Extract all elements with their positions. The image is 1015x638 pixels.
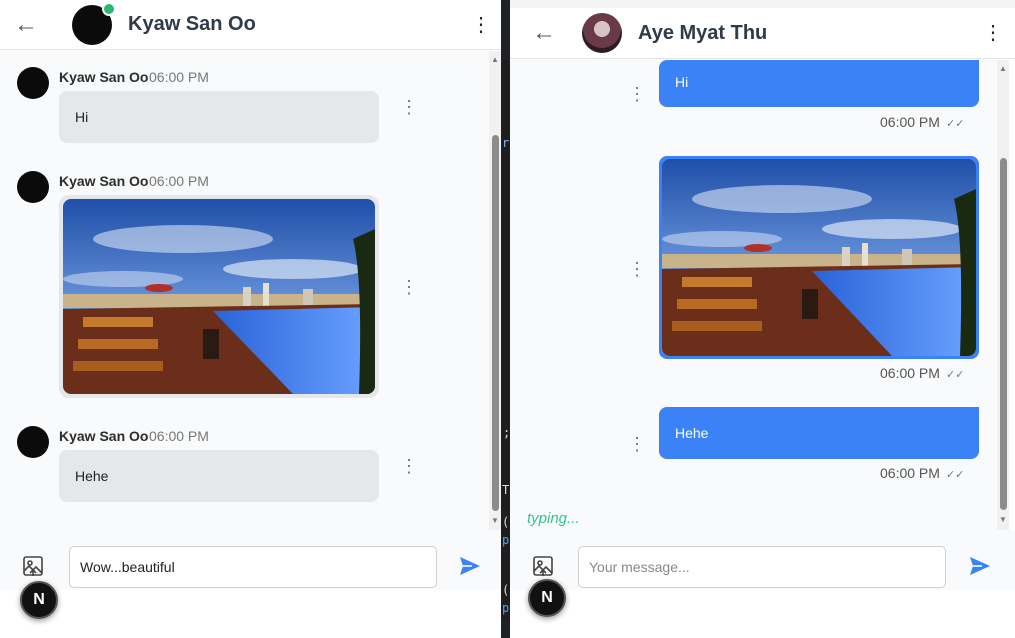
message-input[interactable]: Wow...beautiful <box>69 546 437 588</box>
terminal-glyph: ( <box>502 583 510 597</box>
message-composer <box>510 530 1015 590</box>
message-time: 06:00 PM ✓✓ <box>880 114 964 130</box>
terminal-glyph: p <box>502 533 510 547</box>
scroll-down-arrow[interactable]: ▼ <box>490 516 500 525</box>
image-message[interactable] <box>59 195 379 398</box>
message-text: Hehe <box>675 425 709 441</box>
terminal-glyph: p <box>502 601 510 615</box>
contact-name: Kyaw San Oo <box>128 13 256 35</box>
message-time: 06:00 PM ✓✓ <box>880 465 964 481</box>
message-time-text: 06:00 PM <box>880 465 940 481</box>
footer-area <box>510 590 1015 638</box>
message-options-icon[interactable]: ⋮ <box>400 278 418 296</box>
chat-header: ← Aye Myat Thu ⋮ <box>510 8 1015 59</box>
avatar <box>72 1 116 45</box>
kebab-vertical-icon[interactable]: ⋮ <box>471 15 491 35</box>
message-bubble: Hi <box>59 91 379 143</box>
message-time: 06:00 PM <box>149 428 209 444</box>
kebab-vertical-icon[interactable]: ⋮ <box>983 23 1003 43</box>
scrollbar-thumb[interactable] <box>492 135 499 511</box>
send-icon[interactable] <box>458 554 484 580</box>
chat-window-right: ← Aye Myat Thu ⋮ ⋮ Hi 06:00 PM ✓✓ ⋮ 06:0… <box>510 0 1015 638</box>
chat-window-left: ← Kyaw San Oo ⋮ Kyaw San Oo 06:00 PM Hi … <box>0 0 501 638</box>
scroll-up-arrow[interactable]: ▲ <box>998 64 1008 73</box>
next-dev-badge[interactable]: N <box>20 581 58 619</box>
send-icon[interactable] <box>968 554 994 580</box>
message-list: Kyaw San Oo 06:00 PM Hi ⋮ Kyaw San Oo 06… <box>0 51 489 531</box>
message-bubble: Hehe <box>659 407 979 459</box>
scrollbar-thumb[interactable] <box>1000 158 1007 510</box>
message-options-icon[interactable]: ⋮ <box>400 98 418 116</box>
scroll-up-arrow[interactable]: ▲ <box>490 55 500 64</box>
message-time: 06:00 PM ✓✓ <box>880 365 964 381</box>
avatar <box>582 13 622 53</box>
message-time: 06:00 PM <box>149 69 209 85</box>
online-status-dot <box>102 1 116 16</box>
message-list: ⋮ Hi 06:00 PM ✓✓ ⋮ 06:00 PM ✓✓ ⋮ Hehe 06… <box>510 60 1003 538</box>
rooftop-pool-photo <box>662 159 976 356</box>
scrollbar[interactable]: ▲ ▼ <box>489 51 501 531</box>
typing-indicator: typing... <box>527 510 580 527</box>
message-time-text: 06:00 PM <box>880 114 940 130</box>
chat-header: ← Kyaw San Oo ⋮ <box>0 0 501 50</box>
arrow-left-icon[interactable]: ← <box>532 19 578 47</box>
image-upload-icon[interactable] <box>531 554 557 580</box>
sender-name: Kyaw San Oo <box>59 428 149 444</box>
desktop: r ; T ( p ( p ← Kyaw San Oo ⋮ Kyaw San O… <box>0 0 1015 638</box>
avatar <box>17 426 49 458</box>
avatar <box>17 171 49 203</box>
double-check-icon: ✓✓ <box>945 369 965 381</box>
image-message[interactable] <box>659 156 979 359</box>
message-input[interactable] <box>578 546 946 588</box>
message-time-text: 06:00 PM <box>880 365 940 381</box>
message-bubble: Hi <box>659 60 979 107</box>
message-options-icon[interactable]: ⋮ <box>628 85 646 103</box>
avatar <box>17 67 49 99</box>
message-options-icon[interactable]: ⋮ <box>628 435 646 453</box>
sender-name: Kyaw San Oo <box>59 69 149 85</box>
message-text: Hehe <box>75 468 109 484</box>
message-text: Hi <box>675 74 689 90</box>
double-check-icon: ✓✓ <box>945 469 965 481</box>
message-time: 06:00 PM <box>149 173 209 189</box>
scrollbar[interactable]: ▲ ▼ <box>997 60 1009 538</box>
image-upload-icon[interactable] <box>21 554 47 580</box>
arrow-left-icon[interactable]: ← <box>14 11 60 39</box>
message-bubble: Hehe <box>59 450 379 502</box>
next-dev-badge[interactable]: N <box>528 579 566 617</box>
sender-name: Kyaw San Oo <box>59 173 149 189</box>
terminal-glyph: ( <box>502 515 510 529</box>
rooftop-pool-photo <box>63 199 375 394</box>
double-check-icon: ✓✓ <box>945 118 965 130</box>
message-options-icon[interactable]: ⋮ <box>400 457 418 475</box>
terminal-glyph: r <box>502 136 510 150</box>
message-options-icon[interactable]: ⋮ <box>628 260 646 278</box>
contact-name: Aye Myat Thu <box>638 21 768 44</box>
message-text: Hi <box>75 109 89 125</box>
message-composer: Wow...beautiful <box>0 530 501 590</box>
footer-area <box>0 590 501 638</box>
scroll-down-arrow[interactable]: ▼ <box>998 515 1008 524</box>
terminal-glyph: T <box>502 483 510 497</box>
